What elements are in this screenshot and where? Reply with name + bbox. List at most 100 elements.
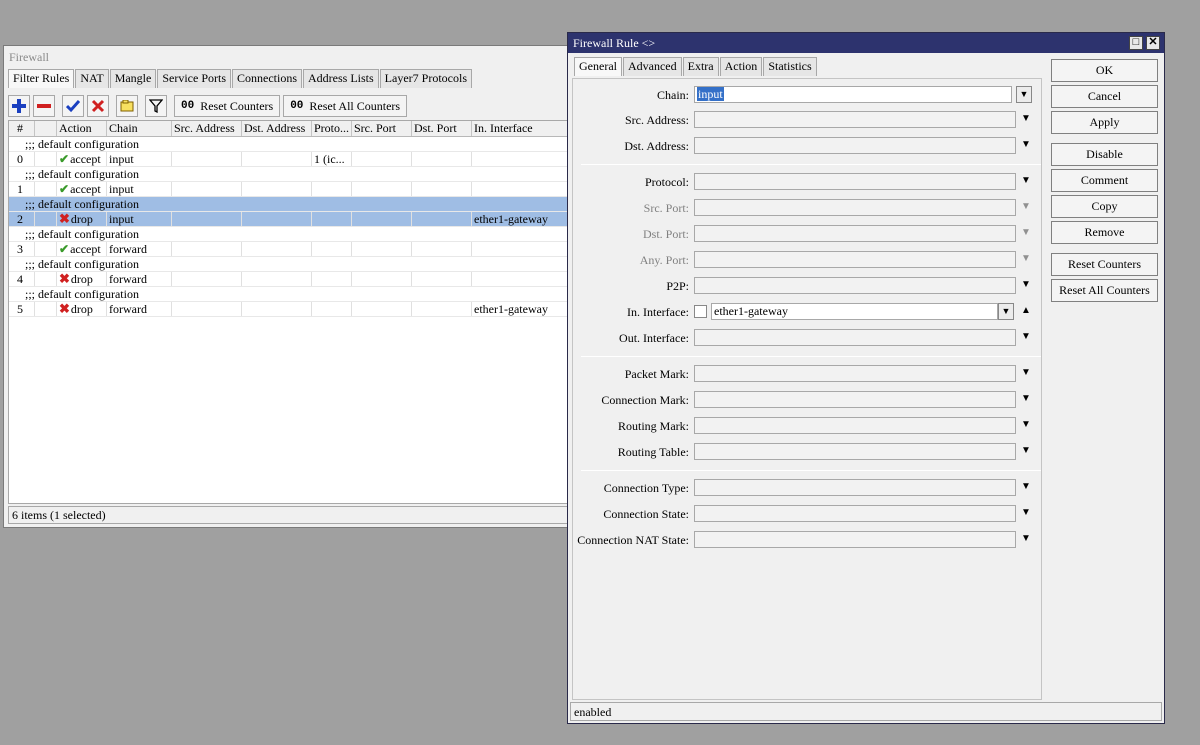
- disable-button[interactable]: Disable: [1051, 143, 1158, 166]
- col-header-flag[interactable]: [35, 121, 57, 136]
- reset-all-counters-button[interactable]: 00 Reset All Counters: [283, 95, 408, 117]
- routing-mark-input[interactable]: [694, 417, 1016, 434]
- table-row[interactable]: 1 ✔accept input: [9, 182, 573, 197]
- routing-table-input[interactable]: [694, 443, 1016, 460]
- divider: [581, 164, 1041, 165]
- rule-number: 5: [9, 302, 35, 316]
- filter-button[interactable]: [145, 95, 167, 117]
- in-interface-not-checkbox[interactable]: [694, 305, 707, 318]
- tab-advanced[interactable]: Advanced: [622, 57, 682, 76]
- col-header-num[interactable]: #: [9, 121, 35, 136]
- table-row[interactable]: 0 ✔accept input 1 (ic...: [9, 152, 573, 167]
- chain-dropdown-button[interactable]: ▼: [1016, 86, 1032, 103]
- rule-flags: [35, 212, 57, 226]
- tab-statistics[interactable]: Statistics: [763, 57, 817, 76]
- minus-icon: [37, 104, 51, 108]
- rule-comment-row[interactable]: ;;; default configuration: [9, 227, 573, 242]
- reset-all-counters-button[interactable]: Reset All Counters: [1051, 279, 1158, 302]
- expand-arrow-icon[interactable]: ▼: [1021, 279, 1031, 290]
- connection-type-input[interactable]: [694, 479, 1016, 496]
- p2p-input[interactable]: [694, 277, 1016, 294]
- expand-arrow-icon[interactable]: ▼: [1021, 139, 1031, 150]
- packet-mark-input[interactable]: [694, 365, 1016, 382]
- apply-button[interactable]: Apply: [1051, 111, 1158, 134]
- reset-counters-button[interactable]: Reset Counters: [1051, 253, 1158, 276]
- protocol-input[interactable]: [694, 173, 1016, 190]
- expand-arrow-icon[interactable]: ▼: [1021, 445, 1031, 456]
- tab-service-ports[interactable]: Service Ports: [157, 69, 231, 88]
- rule-comment-row[interactable]: ;;; default configuration: [9, 137, 573, 152]
- tab-general[interactable]: General: [574, 57, 622, 76]
- connection-type-row: Connection Type: ▼: [573, 478, 1043, 498]
- col-header-src-port[interactable]: Src. Port: [352, 121, 412, 136]
- enable-button[interactable]: [62, 95, 84, 117]
- remove-button[interactable]: Remove: [1051, 221, 1158, 244]
- rule-chain: input: [107, 212, 172, 226]
- table-row[interactable]: 4 ✖drop forward: [9, 272, 573, 287]
- expand-arrow-icon[interactable]: ▼: [1021, 175, 1031, 186]
- expand-arrow-icon[interactable]: ▼: [1021, 367, 1031, 378]
- dst-address-input[interactable]: [694, 137, 1016, 154]
- rule-in-interface: [472, 242, 573, 256]
- reset-counters-button[interactable]: 00 Reset Counters: [174, 95, 281, 117]
- chain-value: input: [697, 87, 724, 101]
- expand-arrow-icon[interactable]: ▼: [1021, 507, 1031, 518]
- tab-filter-rules[interactable]: Filter Rules: [8, 69, 75, 88]
- comment-button[interactable]: [116, 95, 138, 117]
- connection-mark-input[interactable]: [694, 391, 1016, 408]
- rule-chain: forward: [107, 272, 172, 286]
- connection-nat-state-input[interactable]: [694, 531, 1016, 548]
- remove-button[interactable]: [33, 95, 55, 117]
- rule-comment-row[interactable]: ;;; default configuration: [9, 287, 573, 302]
- col-header-dst-address[interactable]: Dst. Address: [242, 121, 312, 136]
- col-header-protocol[interactable]: Proto...: [312, 121, 352, 136]
- tab-layer7-protocols[interactable]: Layer7 Protocols: [379, 69, 472, 88]
- tab-action[interactable]: Action: [719, 57, 763, 76]
- col-header-in-interface[interactable]: In. Interface: [472, 121, 573, 136]
- rule-comment-row[interactable]: ;;; default configuration: [9, 197, 573, 212]
- rule-number: 0: [9, 152, 35, 166]
- tab-nat[interactable]: NAT: [75, 69, 109, 88]
- x-icon: [91, 99, 105, 113]
- table-row[interactable]: 5 ✖drop forward ether1-gateway: [9, 302, 573, 317]
- expand-arrow-icon[interactable]: ▼: [1021, 481, 1031, 492]
- rule-comment-row[interactable]: ;;; default configuration: [9, 167, 573, 182]
- col-header-dst-port[interactable]: Dst. Port: [412, 121, 472, 136]
- collapse-arrow-icon[interactable]: ▲: [1021, 305, 1031, 316]
- divider: [581, 356, 1041, 357]
- expand-arrow-icon[interactable]: ▼: [1021, 533, 1031, 544]
- col-header-chain[interactable]: Chain: [107, 121, 172, 136]
- copy-button[interactable]: Copy: [1051, 195, 1158, 218]
- expand-arrow-icon[interactable]: ▼: [1021, 393, 1031, 404]
- tab-address-lists[interactable]: Address Lists: [303, 69, 379, 88]
- src-address-input[interactable]: [694, 111, 1016, 128]
- table-row[interactable]: 3 ✔accept forward: [9, 242, 573, 257]
- expand-arrow-icon[interactable]: ▼: [1021, 419, 1031, 430]
- add-button[interactable]: [8, 95, 30, 117]
- expand-arrow-icon[interactable]: ▼: [1021, 113, 1031, 124]
- chain-input[interactable]: input: [694, 86, 1012, 103]
- in-interface-input[interactable]: ether1-gateway: [711, 303, 998, 320]
- maximize-button[interactable]: □: [1129, 36, 1143, 50]
- chain-row: Chain: input ▼: [573, 85, 1043, 105]
- col-header-src-address[interactable]: Src. Address: [172, 121, 242, 136]
- rule-chain: forward: [107, 302, 172, 316]
- src-port-input: [694, 199, 1016, 216]
- rule-comment-row[interactable]: ;;; default configuration: [9, 257, 573, 272]
- tab-connections[interactable]: Connections: [232, 69, 302, 88]
- cancel-button[interactable]: Cancel: [1051, 85, 1158, 108]
- disable-button[interactable]: [87, 95, 109, 117]
- ok-button[interactable]: OK: [1051, 59, 1158, 82]
- rule-protocol: [312, 302, 352, 316]
- expand-arrow-icon[interactable]: ▼: [1021, 331, 1031, 342]
- rule-title-bar[interactable]: Firewall Rule <> □ ✕: [568, 33, 1164, 53]
- connection-state-input[interactable]: [694, 505, 1016, 522]
- close-button[interactable]: ✕: [1146, 36, 1160, 50]
- tab-extra[interactable]: Extra: [682, 57, 719, 76]
- comment-button[interactable]: Comment: [1051, 169, 1158, 192]
- col-header-action[interactable]: Action: [57, 121, 107, 136]
- in-interface-dropdown-button[interactable]: ▼: [998, 303, 1014, 320]
- tab-mangle[interactable]: Mangle: [109, 69, 157, 88]
- table-row[interactable]: 2 ✖drop input ether1-gateway: [9, 212, 573, 227]
- out-interface-input[interactable]: [694, 329, 1016, 346]
